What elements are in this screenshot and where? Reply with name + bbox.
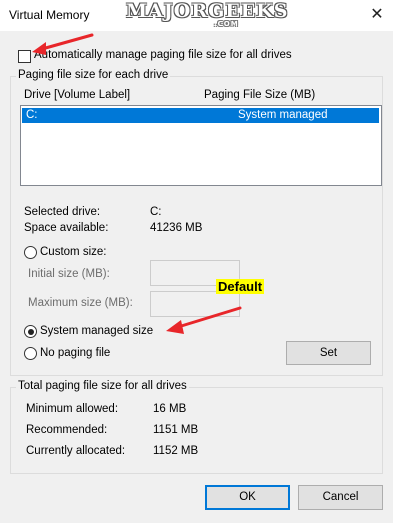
annotation-arrow-checkbox <box>32 33 94 55</box>
annotation-arrow-default <box>166 306 242 334</box>
annotation-overlay <box>32 33 242 334</box>
